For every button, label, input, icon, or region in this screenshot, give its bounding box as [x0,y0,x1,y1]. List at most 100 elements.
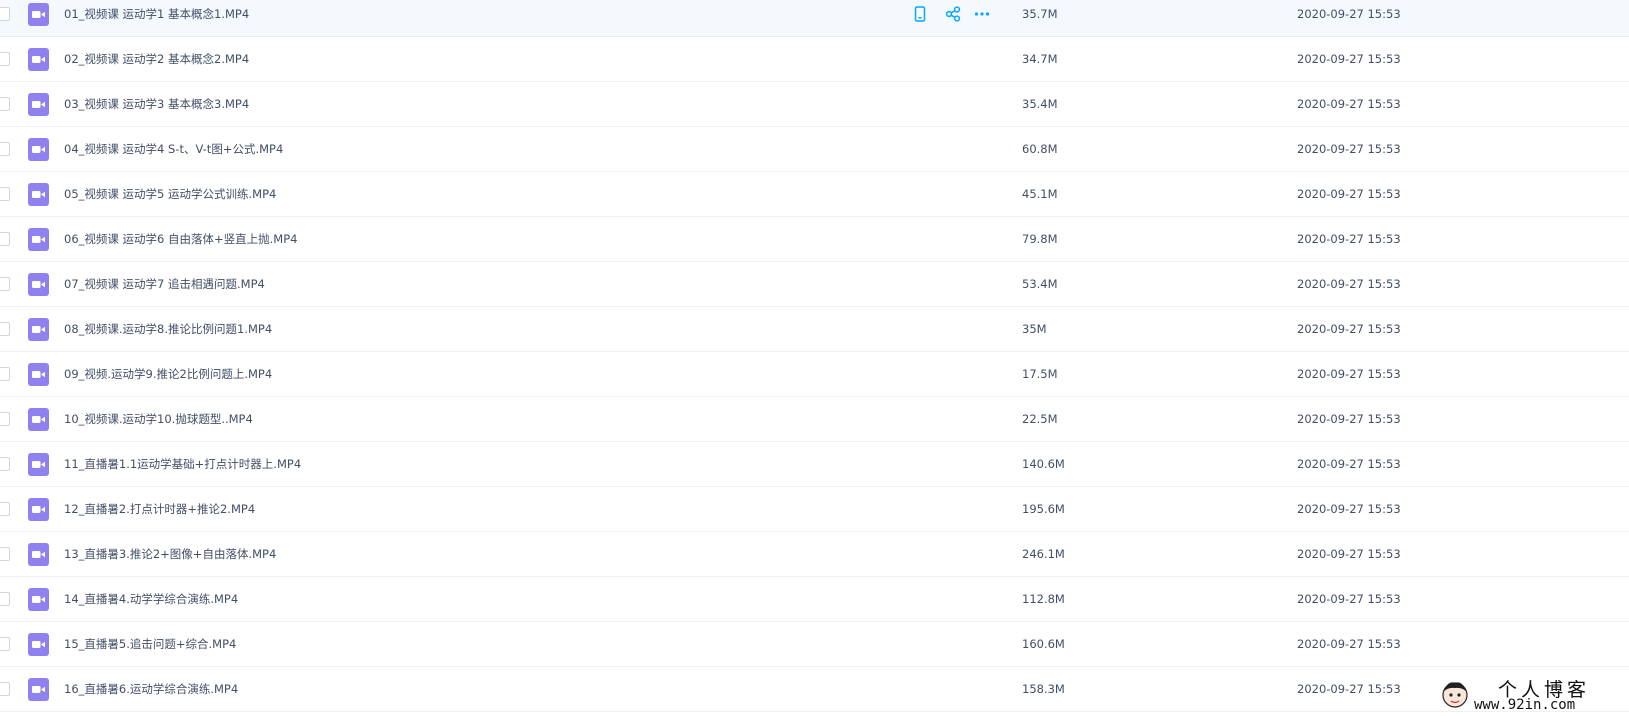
row-checkbox[interactable] [0,682,10,696]
video-file-icon [28,543,49,566]
file-size: 79.8M [1022,232,1058,246]
file-modified-date: 2020-09-27 15:53 [1297,97,1401,111]
share-icon [945,6,961,22]
file-row[interactable]: 15_直播暑5.追击问题+综合.MP4 160.6M 2020-09-27 15:5… [0,622,1629,667]
file-name[interactable]: 08_视频课.运动学8.推论比例问题1.MP4 [64,321,272,337]
file-modified-date: 2020-09-27 15:53 [1297,232,1401,246]
file-name[interactable]: 05_视频课 运动学5 运动学公式训练.MP4 [64,186,276,202]
row-checkbox[interactable] [0,502,10,516]
row-checkbox[interactable] [0,187,10,201]
file-modified-date: 2020-09-27 15:53 [1297,592,1401,606]
file-row[interactable]: 10_视频课.运动学10.抛球题型..MP4 22.5M 2020-09-27 15… [0,397,1629,442]
share-button[interactable] [943,4,963,24]
video-file-icon [28,453,49,476]
row-checkbox[interactable] [0,457,10,471]
file-size: 17.5M [1022,367,1058,381]
file-modified-date: 2020-09-27 15:53 [1297,187,1401,201]
phone-button[interactable] [910,4,930,24]
file-row[interactable]: 13_直播暑3.推论2+图像+自由落体.MP4 246.1M 2020-09-27 … [0,532,1629,577]
file-size: 22.5M [1022,412,1058,426]
row-checkbox[interactable] [0,97,10,111]
file-name[interactable]: 01_视频课 运动学1 基本概念1.MP4 [64,6,249,22]
file-row[interactable]: 08_视频课.运动学8.推论比例问题1.MP4 35M 2020-09-27 15:… [0,307,1629,352]
file-row[interactable]: 07_视频课 运动学7 追击相遇问题.MP4 53.4M 2020-09-27 15… [0,262,1629,307]
video-file-icon [28,3,49,26]
row-checkbox[interactable] [0,52,10,66]
video-file-icon [28,183,49,206]
file-name[interactable]: 09_视频.运动学9.推论2比例问题上.MP4 [64,366,272,382]
file-name[interactable]: 02_视频课 运动学2 基本概念2.MP4 [64,51,249,67]
file-name[interactable]: 07_视频课 运动学7 追击相遇问题.MP4 [64,276,265,292]
file-size: 35.7M [1022,7,1058,21]
file-modified-date: 2020-09-27 15:53 [1297,367,1401,381]
video-file-icon [28,318,49,341]
file-name[interactable]: 04_视频课 运动学4 S-t、V-t图+公式.MP4 [64,141,283,157]
file-modified-date: 2020-09-27 15:53 [1297,142,1401,156]
more-button[interactable] [972,4,992,24]
video-file-icon [28,408,49,431]
file-modified-date: 2020-09-27 15:53 [1297,7,1401,21]
row-checkbox[interactable] [0,367,10,381]
file-size: 35M [1022,322,1047,336]
video-file-icon [28,48,49,71]
watermark-url: www.92in.com [1474,697,1576,713]
file-name[interactable]: 06_视频课 运动学6 自由落体+竖直上抛.MP4 [64,231,297,247]
file-row[interactable]: 01_视频课 运动学1 基本概念1.MP4 35.7M 2020-09-27 15:… [0,0,1629,37]
file-name[interactable]: 16_直播暑6.运动学综合演练.MP4 [64,681,238,697]
row-checkbox[interactable] [0,547,10,561]
file-size: 35.4M [1022,97,1058,111]
file-modified-date: 2020-09-27 15:53 [1297,457,1401,471]
row-checkbox[interactable] [0,277,10,291]
row-checkbox[interactable] [0,322,10,336]
file-row[interactable]: 12_直播暑2.打点计时器+推论2.MP4 195.6M 2020-09-27 15… [0,487,1629,532]
file-row[interactable]: 09_视频.运动学9.推论2比例问题上.MP4 17.5M 2020-09-27 1… [0,352,1629,397]
file-row[interactable]: 04_视频课 运动学4 S-t、V-t图+公式.MP4 60.8M 2020-09-… [0,127,1629,172]
row-checkbox[interactable] [0,592,10,606]
video-file-icon [28,588,49,611]
file-name[interactable]: 14_直播暑4.动学学综合演练.MP4 [64,591,238,607]
video-file-icon [28,633,49,656]
file-name[interactable]: 11_直播暑1.1运动学基础+打点计时器上.MP4 [64,456,301,472]
file-row[interactable]: 11_直播暑1.1运动学基础+打点计时器上.MP4 140.6M 2020-09-2… [0,442,1629,487]
file-name[interactable]: 15_直播暑5.追击问题+综合.MP4 [64,636,236,652]
file-name[interactable]: 03_视频课 运动学3 基本概念3.MP4 [64,96,249,112]
file-size: 195.6M [1022,502,1065,516]
cartoon-face-logo [1442,682,1468,708]
file-size: 158.3M [1022,682,1065,696]
file-modified-date: 2020-09-27 15:53 [1297,682,1401,696]
row-checkbox[interactable] [0,412,10,426]
file-name[interactable]: 13_直播暑3.推论2+图像+自由落体.MP4 [64,546,276,562]
file-row[interactable]: 02_视频课 运动学2 基本概念2.MP4 34.7M 2020-09-27 15:… [0,37,1629,82]
file-row[interactable]: 14_直播暑4.动学学综合演练.MP4 112.8M 2020-09-27 15:5… [0,577,1629,622]
video-file-icon [28,498,49,521]
file-row[interactable]: 05_视频课 运动学5 运动学公式训练.MP4 45.1M 2020-09-27 1… [0,172,1629,217]
file-size: 60.8M [1022,142,1058,156]
file-modified-date: 2020-09-27 15:53 [1297,322,1401,336]
video-file-icon [28,273,49,296]
row-checkbox[interactable] [0,232,10,246]
file-size: 160.6M [1022,637,1065,651]
file-size: 45.1M [1022,187,1058,201]
file-row[interactable]: 16_直播暑6.运动学综合演练.MP4 158.3M 2020-09-27 15:5… [0,667,1629,712]
file-modified-date: 2020-09-27 15:53 [1297,637,1401,651]
file-modified-date: 2020-09-27 15:53 [1297,502,1401,516]
row-checkbox[interactable] [0,142,10,156]
phone-icon [914,6,926,22]
file-list: 01_视频课 运动学1 基本概念1.MP4 35.7M 2020-09-27 15:… [0,0,1629,712]
file-modified-date: 2020-09-27 15:53 [1297,412,1401,426]
file-modified-date: 2020-09-27 15:53 [1297,52,1401,66]
file-size: 246.1M [1022,547,1065,561]
more-icon [974,12,990,16]
video-file-icon [28,228,49,251]
file-row[interactable]: 03_视频课 运动学3 基本概念3.MP4 35.4M 2020-09-27 15:… [0,82,1629,127]
file-modified-date: 2020-09-27 15:53 [1297,547,1401,561]
file-name[interactable]: 10_视频课.运动学10.抛球题型..MP4 [64,411,253,427]
file-size: 53.4M [1022,277,1058,291]
video-file-icon [28,138,49,161]
file-row[interactable]: 06_视频课 运动学6 自由落体+竖直上抛.MP4 79.8M 2020-09-27… [0,217,1629,262]
file-name[interactable]: 12_直播暑2.打点计时器+推论2.MP4 [64,501,255,517]
row-checkbox[interactable] [0,7,10,21]
row-checkbox[interactable] [0,637,10,651]
file-size: 34.7M [1022,52,1058,66]
video-file-icon [28,93,49,116]
